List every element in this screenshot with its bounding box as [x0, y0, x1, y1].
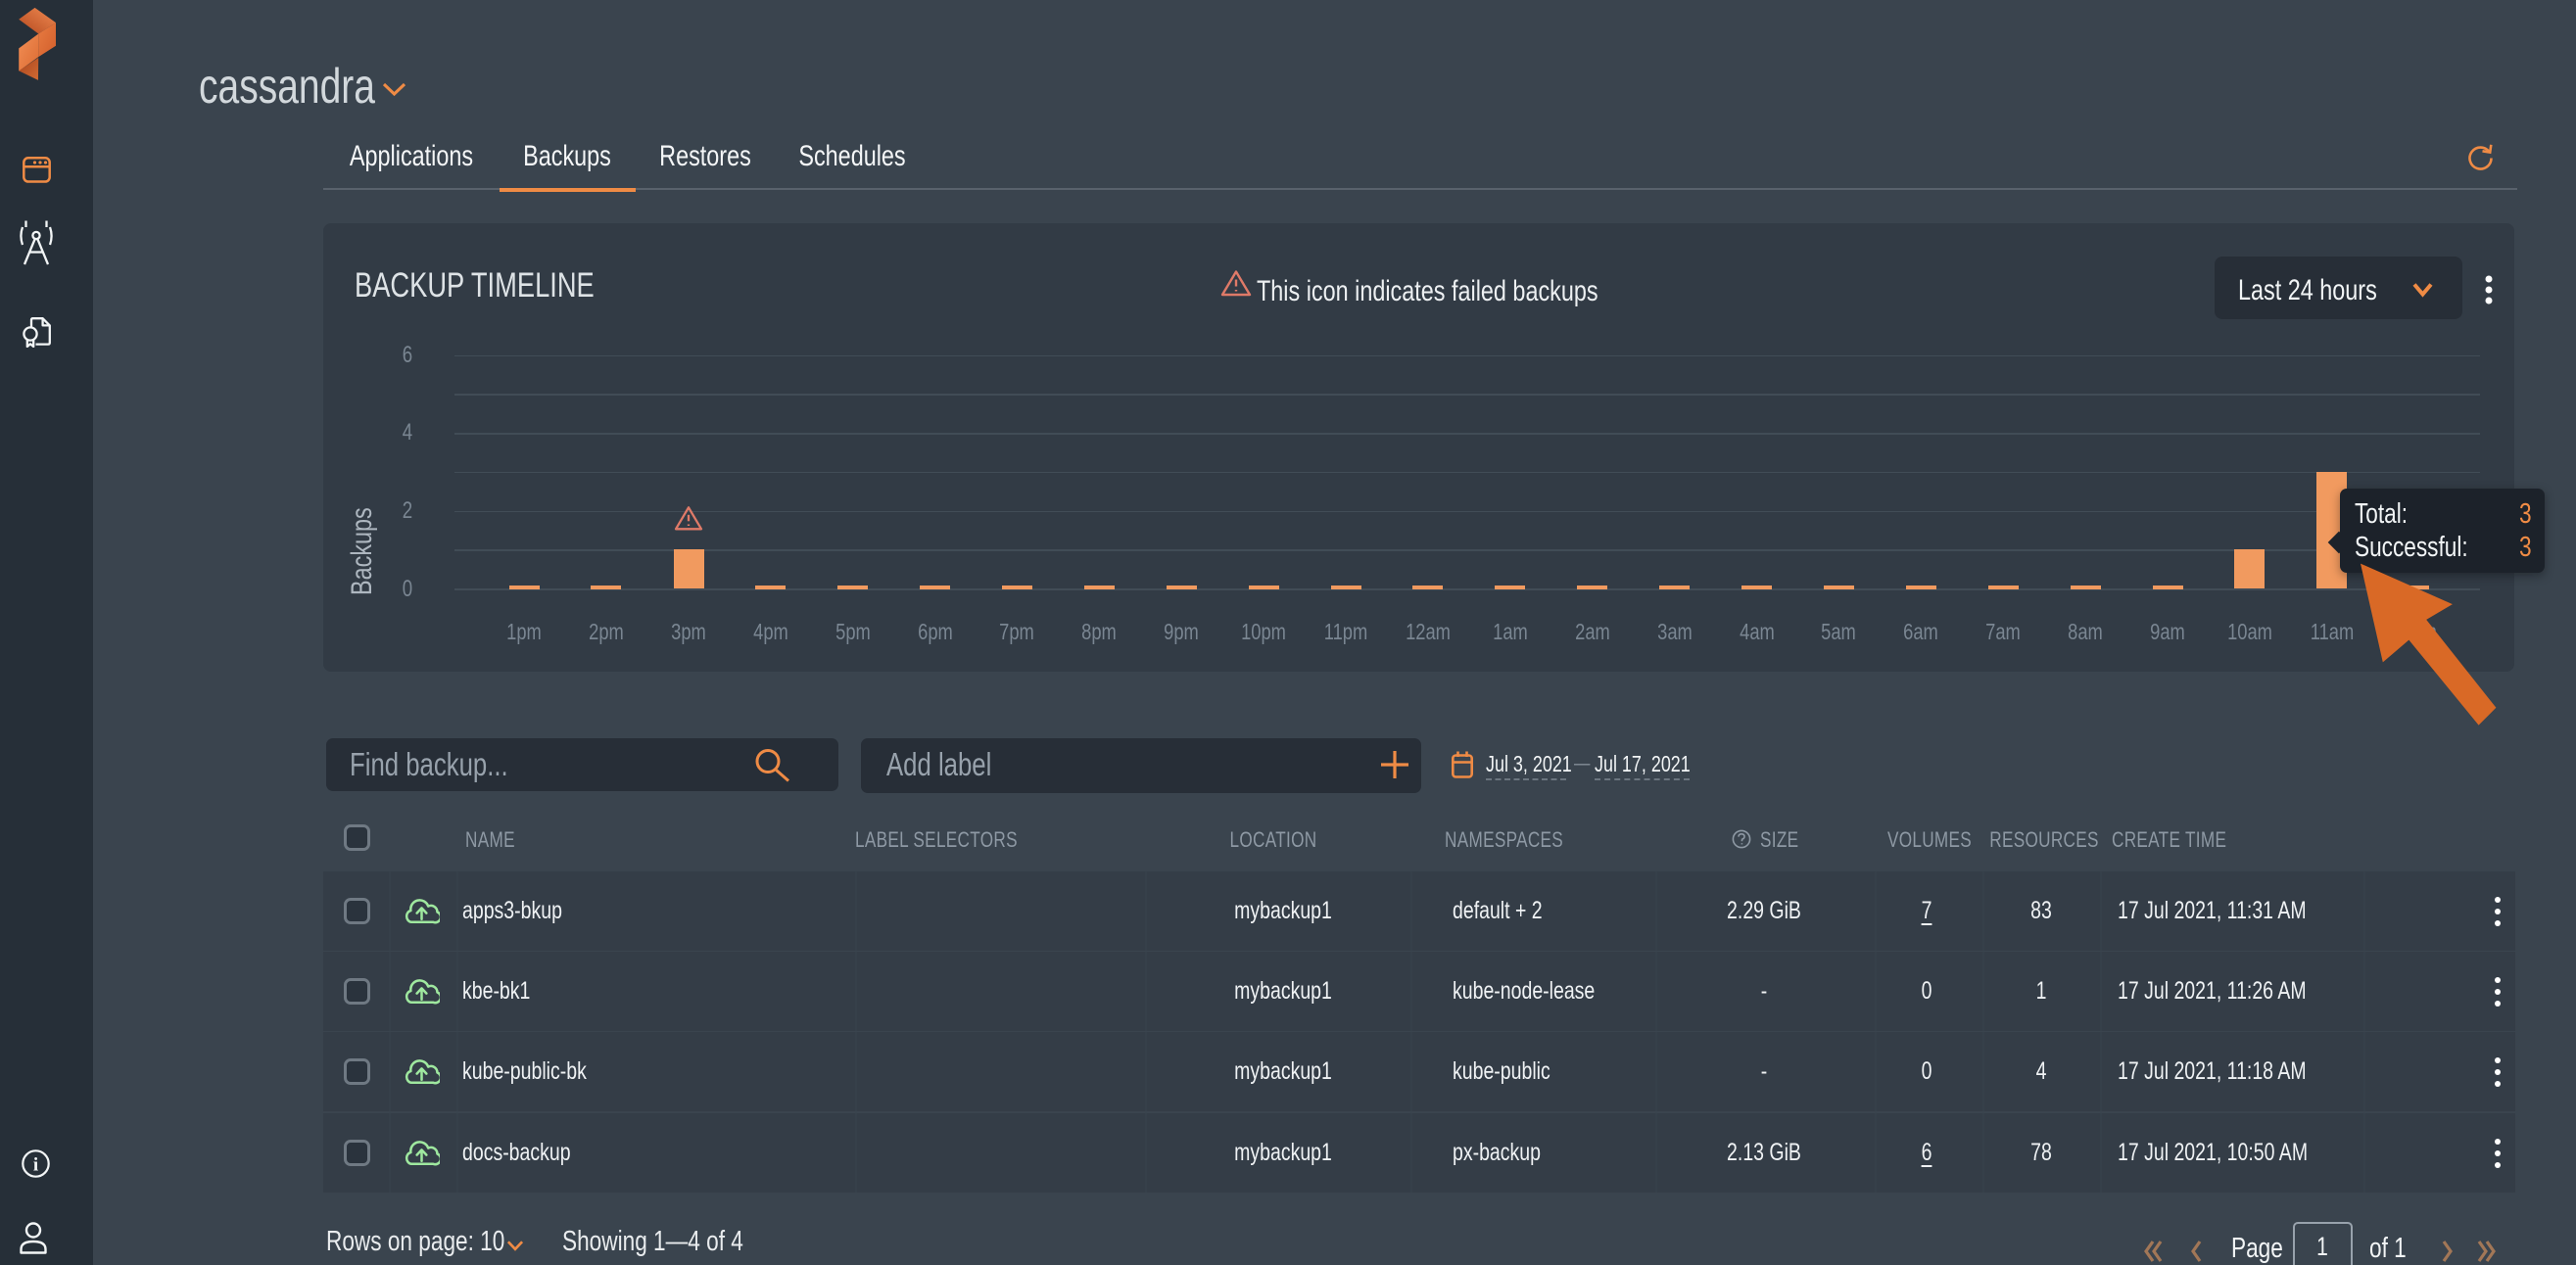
svg-text:i: i [33, 1155, 38, 1176]
